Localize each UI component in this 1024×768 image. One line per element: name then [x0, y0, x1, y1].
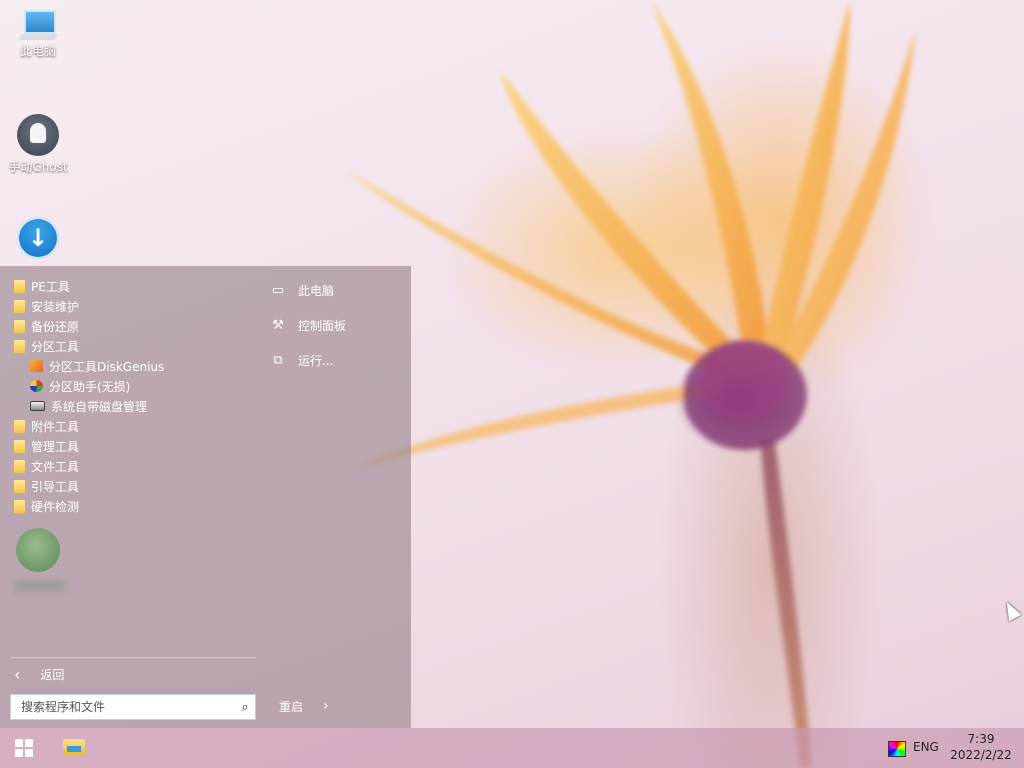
desktop-icon-manual-ghost[interactable]: 手动Ghost	[0, 114, 76, 175]
menu-link-control-panel[interactable]: ⚒ 控制面板	[270, 315, 346, 335]
laptop-icon: ▭	[271, 282, 285, 298]
folder-icon	[14, 339, 25, 353]
partition-assistant-icon	[30, 380, 43, 392]
download-icon: ↓	[17, 217, 59, 259]
menu-link-run[interactable]: ⧉ 运行...	[270, 350, 333, 370]
menu-app-partition-assistant[interactable]: 分区助手(无损)	[30, 376, 130, 396]
menu-folder-file-tools[interactable]: 文件工具	[14, 456, 79, 476]
mouse-cursor-icon	[1000, 598, 1022, 622]
start-button[interactable]	[15, 739, 33, 757]
input-language[interactable]: ENG	[913, 740, 939, 754]
menu-app-diskgenius[interactable]: 分区工具DiskGenius	[30, 356, 164, 376]
ghost-icon	[17, 114, 59, 156]
desktop-icon-this-pc[interactable]: 此电脑	[0, 10, 76, 59]
menu-folder-admin[interactable]: 管理工具	[14, 436, 79, 456]
menu-folder-install[interactable]: 安装维护	[14, 296, 79, 316]
menu-folder-backup[interactable]: 备份还原	[14, 316, 79, 336]
display-settings-icon[interactable]	[888, 741, 906, 757]
start-menu: PE工具 安装维护 备份还原 分区工具 分区工具DiskGenius 分区助手(…	[0, 266, 411, 728]
folder-icon	[14, 479, 25, 493]
search-input[interactable]	[19, 699, 235, 715]
disk-management-icon	[30, 401, 45, 411]
folder-icon	[14, 419, 25, 433]
taskbar: ENG 7:39 2022/2/22	[0, 728, 1024, 768]
computer-icon	[18, 10, 58, 40]
menu-folder-accessories[interactable]: 附件工具	[14, 416, 79, 436]
back-button[interactable]: ‹ 返回	[14, 664, 64, 684]
clock[interactable]: 7:39 2022/2/22	[948, 731, 1014, 763]
clock-date: 2022/2/22	[950, 748, 1012, 762]
folder-icon	[14, 459, 25, 473]
menu-link-this-pc[interactable]: ▭ 此电脑	[270, 280, 334, 300]
desktop-icon-label: 手动Ghost	[8, 160, 68, 174]
folder-icon	[14, 499, 25, 513]
clock-time: 7:39	[967, 732, 995, 746]
diskgenius-icon	[30, 360, 43, 372]
search-icon[interactable]: ⌕	[235, 700, 255, 715]
folder-icon	[14, 319, 25, 333]
wrench-icon: ⚒	[272, 317, 284, 333]
search-box: ⌕	[10, 694, 256, 720]
menu-folder-pe-tools[interactable]: PE工具	[14, 276, 70, 296]
menu-folder-hardware[interactable]: 硬件检测	[14, 496, 79, 516]
desktop-icon-label: 此电脑	[19, 44, 56, 58]
menu-app-disk-management[interactable]: 系统自带磁盘管理	[30, 396, 147, 416]
file-explorer-icon[interactable]	[63, 739, 85, 756]
restart-button[interactable]: 重启 ›	[279, 696, 329, 716]
folder-icon	[14, 439, 25, 453]
run-icon: ⧉	[273, 352, 283, 368]
folder-icon	[14, 299, 25, 313]
desktop-icon-download[interactable]: ↓	[0, 217, 76, 259]
chevron-left-icon: ‹	[14, 664, 21, 684]
menu-divider	[10, 657, 256, 658]
menu-folder-partition[interactable]: 分区工具	[14, 336, 79, 356]
user-avatar-icon	[16, 528, 60, 572]
folder-icon	[14, 279, 25, 293]
menu-folder-boot-tools[interactable]: 引导工具	[14, 476, 79, 496]
chevron-right-icon: ›	[323, 698, 329, 714]
